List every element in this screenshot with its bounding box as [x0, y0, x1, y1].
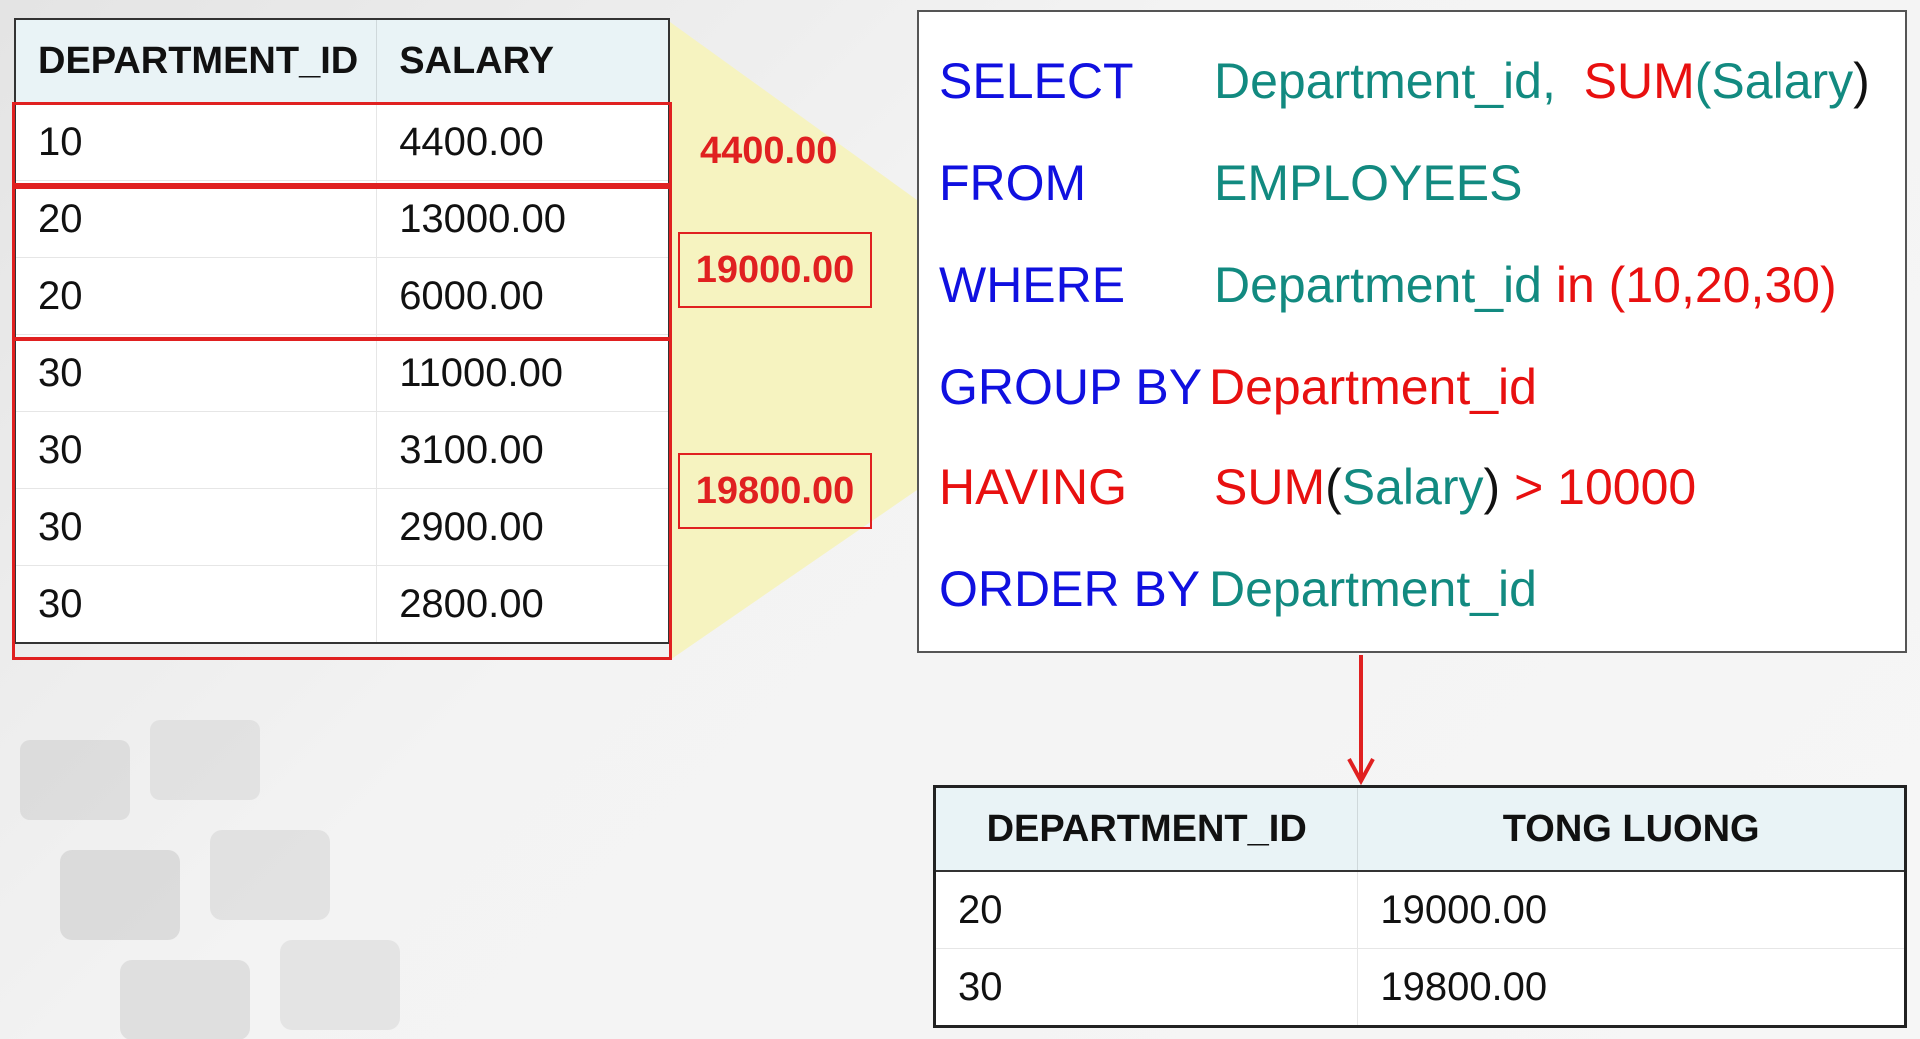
from-keyword: FROM	[939, 155, 1087, 211]
table-row: 20 13000.00	[15, 180, 670, 258]
group-sum-label-10: 4400.00	[700, 130, 838, 172]
table-row: 30 11000.00	[15, 334, 670, 412]
sql-groupby-line: GROUP BY Department_id	[939, 358, 1537, 416]
column-header-tong-luong: TONG LUONG	[1357, 786, 1906, 872]
keyboard-background-decoration	[20, 720, 400, 1039]
having-condition: > 10000	[1514, 459, 1697, 515]
table-row: 10 4400.00	[15, 103, 670, 181]
department-id-cell: 30	[15, 565, 378, 644]
salary-cell: 3100.00	[376, 411, 670, 489]
having-keyword: HAVING	[939, 459, 1127, 515]
department-id-cell: 30	[15, 488, 378, 566]
having-function: SUM	[1214, 459, 1326, 515]
salary-cell: 2900.00	[376, 488, 670, 566]
select-function: SUM	[1583, 53, 1695, 109]
select-argument: Salary	[1711, 53, 1854, 109]
tong-luong-cell: 19000.00	[1357, 871, 1906, 949]
sql-query-box: SELECT Department_id, SUM(Salary) FROM EMP…	[917, 10, 1907, 653]
department-id-cell: 10	[15, 103, 378, 181]
where-condition: in (10,20,30)	[1555, 257, 1837, 313]
column-header-salary: SALARY	[376, 19, 670, 104]
salary-cell: 6000.00	[376, 257, 670, 335]
salary-cell: 4400.00	[376, 103, 670, 181]
table-row: 30 2800.00	[15, 565, 670, 644]
where-keyword: WHERE	[939, 257, 1126, 313]
table-row: 30 19800.00	[934, 948, 1906, 1027]
select-column: Department_id,	[1214, 53, 1556, 109]
where-column: Department_id	[1214, 257, 1542, 313]
table-row: 30 2900.00	[15, 488, 670, 566]
groupby-column: Department_id	[1209, 359, 1537, 415]
sql-orderby-line: ORDER BY Department_id	[939, 560, 1537, 618]
result-table-header: DEPARTMENT_ID TONG LUONG	[934, 786, 1906, 872]
orderby-column: Department_id	[1209, 561, 1537, 617]
salary-cell: 11000.00	[376, 334, 670, 412]
select-keyword: SELECT	[939, 53, 1134, 109]
source-table: DEPARTMENT_ID SALARY 10 4400.00 20 13000.0…	[14, 18, 670, 644]
tong-luong-cell: 19800.00	[1357, 948, 1906, 1027]
group-sum-box-30: 19800.00	[678, 453, 872, 529]
column-header-department-id: DEPARTMENT_ID	[934, 786, 1359, 872]
orderby-keyword: ORDER BY	[939, 561, 1201, 617]
table-row: 20 6000.00	[15, 257, 670, 335]
department-id-cell: 20	[15, 257, 378, 335]
table-row: 20 19000.00	[934, 871, 1906, 949]
department-id-cell: 20	[15, 180, 378, 258]
salary-cell: 2800.00	[376, 565, 670, 644]
having-close-paren: )	[1483, 459, 1501, 515]
department-id-cell: 30	[934, 948, 1359, 1027]
from-table: EMPLOYEES	[1214, 155, 1523, 211]
select-close-paren: )	[1853, 53, 1870, 109]
having-open-paren: (	[1325, 459, 1342, 515]
source-table-header: DEPARTMENT_ID SALARY	[15, 19, 670, 104]
salary-cell: 13000.00	[376, 180, 670, 258]
sql-select-line: SELECT Department_id, SUM(Salary)	[939, 52, 1870, 110]
select-open-paren: (	[1694, 53, 1712, 109]
groupby-keyword: GROUP BY	[939, 359, 1203, 415]
sql-from-line: FROM EMPLOYEES	[939, 154, 1522, 212]
table-row: 30 3100.00	[15, 411, 670, 489]
department-id-cell: 30	[15, 334, 378, 412]
department-id-cell: 30	[15, 411, 378, 489]
department-id-cell: 20	[934, 871, 1359, 949]
arrow-down-icon	[1347, 655, 1375, 785]
column-header-department-id: DEPARTMENT_ID	[15, 19, 378, 104]
sql-having-line: HAVING SUM(Salary) > 10000	[939, 458, 1696, 516]
having-argument: Salary	[1341, 459, 1484, 515]
result-table: DEPARTMENT_ID TONG LUONG 20 19000.00 30 19…	[933, 785, 1907, 1028]
sql-where-line: WHERE Department_id in (10,20,30)	[939, 256, 1837, 314]
group-sum-box-20: 19000.00	[678, 232, 872, 308]
